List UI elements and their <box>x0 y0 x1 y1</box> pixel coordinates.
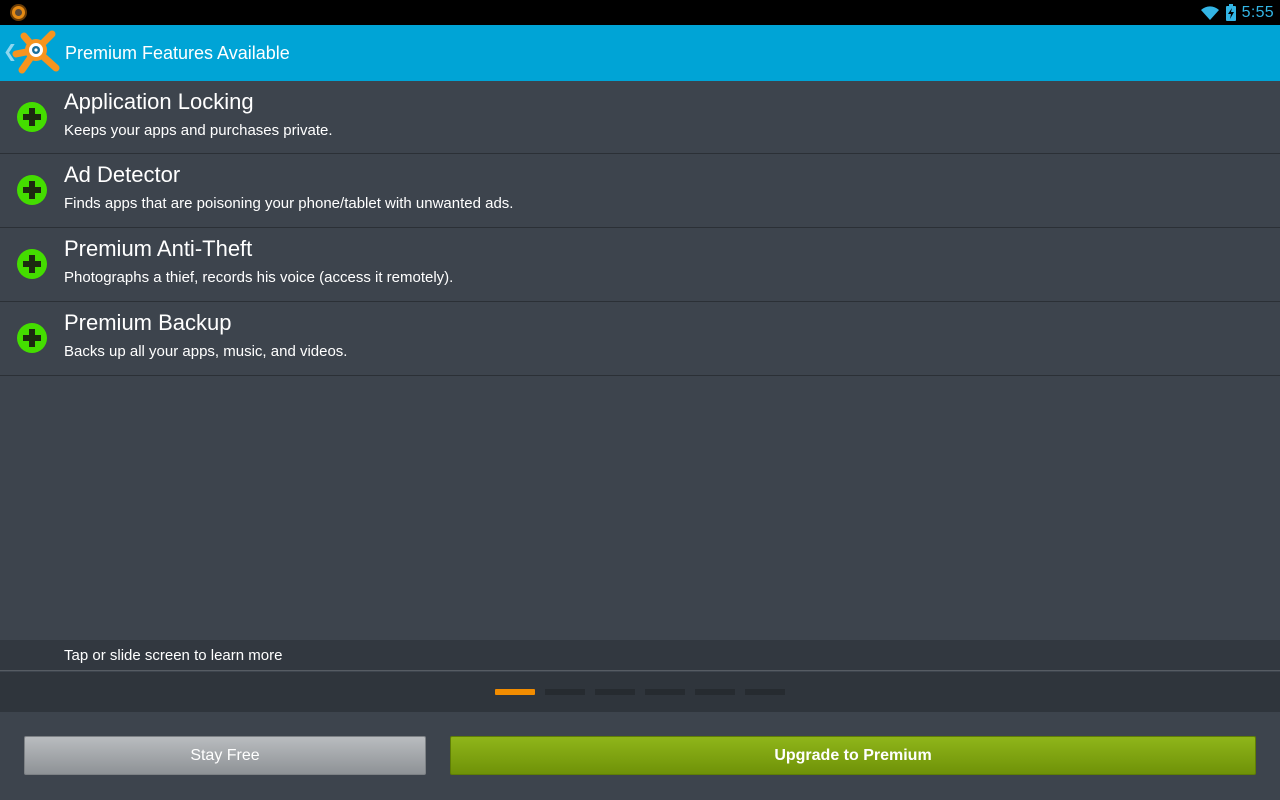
upgrade-to-premium-button[interactable]: Upgrade to Premium <box>450 736 1256 775</box>
feature-item-application-locking[interactable]: Application Locking Keeps your apps and … <box>0 81 1280 154</box>
avast-notification-icon <box>10 4 27 21</box>
page-indicator[interactable] <box>0 672 1280 712</box>
hint-text: Tap or slide screen to learn more <box>64 647 283 664</box>
action-bar: ❮ Premium Features Available <box>0 25 1280 81</box>
feature-item-premium-anti-theft[interactable]: Premium Anti-Theft Photographs a thief, … <box>0 228 1280 302</box>
feature-title: Ad Detector <box>64 162 181 187</box>
page-indicator-dot[interactable] <box>695 689 735 695</box>
feature-description: Keeps your apps and purchases private. <box>64 122 333 139</box>
battery-charging-icon <box>1225 4 1236 21</box>
plus-icon <box>17 175 47 205</box>
page-title: Premium Features Available <box>65 43 290 63</box>
feature-title: Application Locking <box>64 89 254 114</box>
feature-list: Application Locking Keeps your apps and … <box>0 81 1280 376</box>
feature-description: Photographs a thief, records his voice (… <box>64 269 454 286</box>
feature-title: Premium Anti-Theft <box>64 236 253 261</box>
page-indicator-dot-active[interactable] <box>495 689 535 695</box>
feature-item-premium-backup[interactable]: Premium Backup Backs up all your apps, m… <box>0 302 1280 376</box>
status-icons: 5:55 <box>1200 0 1274 25</box>
page-indicator-dot[interactable] <box>595 689 635 695</box>
page-indicator-dot[interactable] <box>545 689 585 695</box>
stay-free-button[interactable]: Stay Free <box>24 736 426 775</box>
plus-icon <box>17 102 47 132</box>
feature-title: Premium Backup <box>64 310 232 335</box>
plus-icon <box>17 323 47 353</box>
page-indicator-dot[interactable] <box>745 689 785 695</box>
feature-description: Backs up all your apps, music, and video… <box>64 343 348 360</box>
clock: 5:55 <box>1241 3 1274 21</box>
page-indicator-dot[interactable] <box>645 689 685 695</box>
feature-description: Finds apps that are poisoning your phone… <box>64 195 514 212</box>
status-bar: 5:55 <box>0 0 1280 25</box>
avast-logo-icon[interactable] <box>12 28 62 78</box>
wifi-icon <box>1200 5 1219 20</box>
hint-bar: Tap or slide screen to learn more <box>0 640 1280 671</box>
plus-icon <box>17 249 47 279</box>
feature-item-ad-detector[interactable]: Ad Detector Finds apps that are poisonin… <box>0 154 1280 228</box>
